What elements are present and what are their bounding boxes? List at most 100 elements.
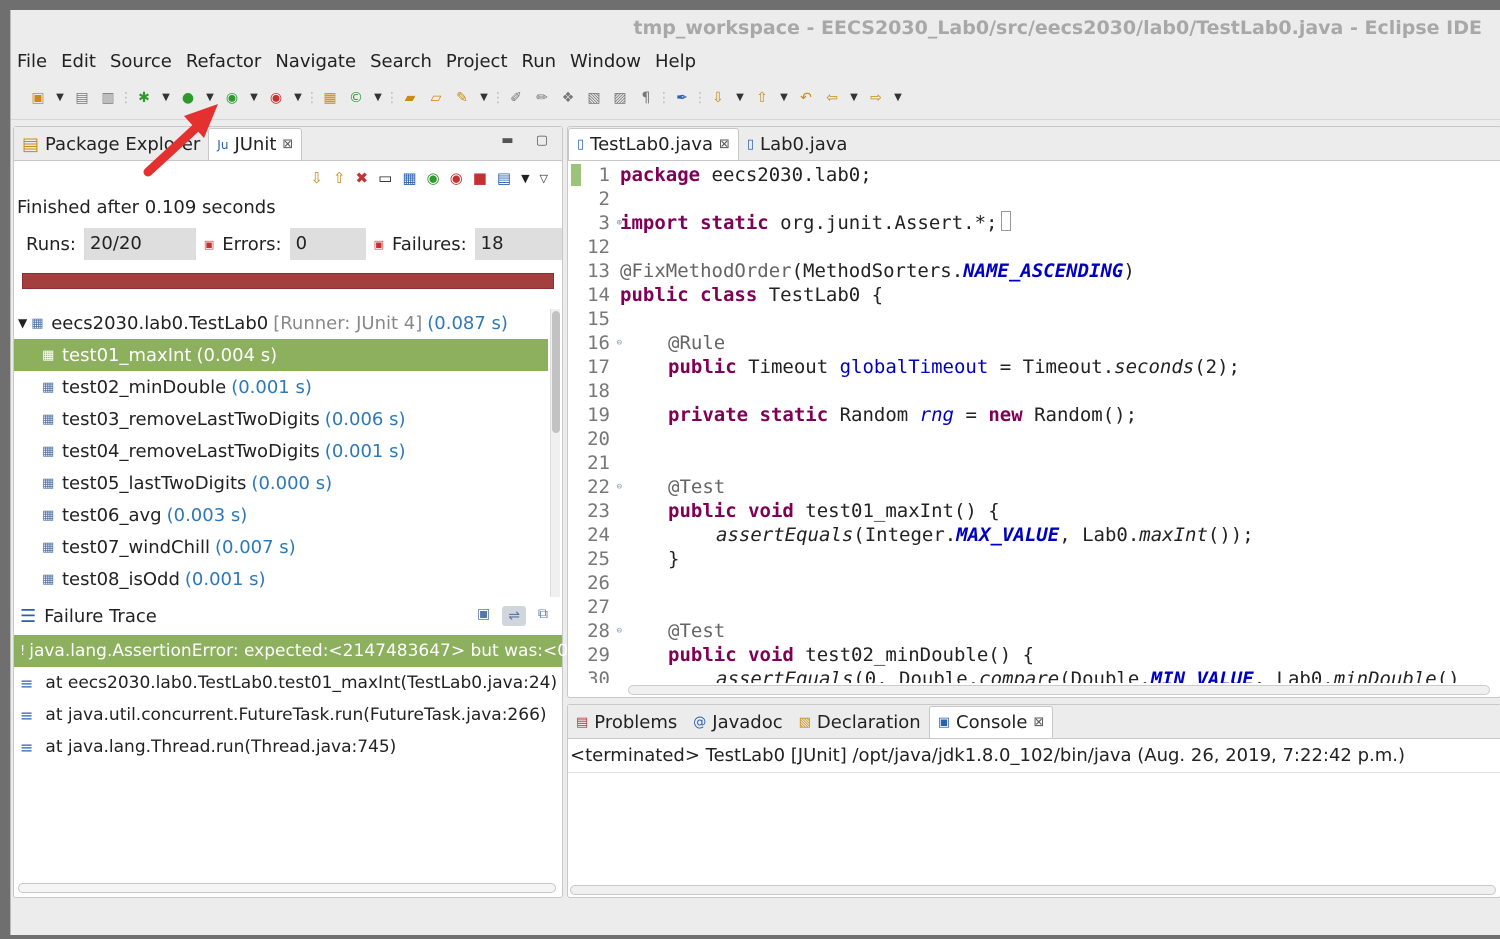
static-method: assertEquals bbox=[716, 524, 854, 546]
trace-line[interactable]: ! java.lang.AssertionError: expected:<21… bbox=[14, 635, 582, 667]
open-type-icon[interactable]: ▰ bbox=[397, 85, 423, 111]
save-icon[interactable]: ▤ bbox=[69, 85, 95, 111]
close-icon[interactable]: ⊠ bbox=[282, 137, 293, 152]
layout-icon[interactable]: ▦ bbox=[402, 169, 416, 187]
last-edit-location-icon[interactable]: ↶ bbox=[793, 85, 819, 111]
code-line: 23 public void test01_maxInt() { bbox=[568, 499, 1500, 523]
test-failure-icon: ▦ bbox=[42, 347, 55, 363]
editor-horizontal-scrollbar[interactable] bbox=[628, 685, 1490, 695]
failure-trace-tools: ▣ ⇌ ⧉ bbox=[477, 606, 548, 626]
tab-problems[interactable]: ▤ Problems bbox=[568, 706, 685, 738]
tab-declaration[interactable]: ▧ Declaration bbox=[791, 706, 929, 738]
test-failure-icon: ▦ bbox=[42, 507, 55, 523]
menu-help[interactable]: Help bbox=[655, 51, 696, 72]
annotation: @FixMethodOrder bbox=[620, 260, 792, 282]
pin-icon[interactable]: ✒ bbox=[669, 85, 695, 111]
next-failure-icon[interactable]: ⇩ bbox=[310, 169, 323, 187]
stop-icon[interactable]: ■ bbox=[473, 169, 487, 187]
open-task-icon[interactable]: ▱ bbox=[423, 85, 449, 111]
expand-fold-icon[interactable]: ⊕ bbox=[617, 211, 622, 235]
trace-line[interactable]: ≡ at java.util.concurrent.FutureTask.run… bbox=[14, 699, 562, 731]
maximize-icon[interactable]: ▢ bbox=[536, 133, 548, 148]
test-row[interactable]: ▦ test01_maxInt (0.004 s) bbox=[14, 339, 548, 371]
highlight-icon[interactable]: ✏ bbox=[529, 85, 555, 111]
close-icon[interactable]: ⊠ bbox=[719, 137, 730, 152]
forward-dropdown-icon[interactable]: ▼ bbox=[889, 85, 907, 111]
rerun-failures-icon[interactable]: ◉ bbox=[450, 169, 463, 187]
search-icon[interactable]: ✎ bbox=[449, 85, 475, 111]
view-menu-icon[interactable]: ▽ bbox=[540, 172, 548, 185]
line-number: 21 bbox=[587, 452, 610, 474]
trace-horizontal-scrollbar[interactable] bbox=[18, 883, 556, 893]
menu-navigate[interactable]: Navigate bbox=[275, 51, 356, 72]
new-class-icon[interactable]: © bbox=[343, 85, 369, 111]
scrollbar-thumb[interactable] bbox=[552, 311, 560, 433]
tab-lab0-java[interactable]: ▯ Lab0.java bbox=[739, 128, 856, 160]
test-row[interactable]: ▦ test08_isOdd (0.001 s) bbox=[14, 563, 548, 595]
tree-scrollbar[interactable] bbox=[550, 309, 560, 597]
test-row[interactable]: ▦ test04_removeLastTwoDigits (0.001 s) bbox=[14, 435, 548, 467]
tab-console[interactable]: ▣ Console ⊠ bbox=[928, 706, 1054, 738]
test-row[interactable]: ▦ test07_windChill (0.007 s) bbox=[14, 531, 548, 563]
back-dropdown-icon[interactable]: ▼ bbox=[845, 85, 863, 111]
mark-occurrences-icon[interactable]: ❖ bbox=[555, 85, 581, 111]
line-number-text: 22 bbox=[587, 476, 610, 498]
code-line: 18 bbox=[568, 379, 1500, 403]
history-dropdown-icon[interactable]: ▼ bbox=[521, 172, 529, 185]
folded-region-icon[interactable] bbox=[1000, 211, 1011, 231]
show-whitespace-icon[interactable]: ¶ bbox=[633, 85, 659, 111]
collapse-fold-icon[interactable]: ⊖ bbox=[617, 619, 622, 643]
console-horizontal-scrollbar[interactable] bbox=[570, 885, 1496, 895]
menu-run[interactable]: Run bbox=[522, 51, 557, 72]
back-icon[interactable]: ⇦ bbox=[819, 85, 845, 111]
external-tools-icon[interactable]: ◉ bbox=[263, 85, 289, 111]
menu-search[interactable]: Search bbox=[370, 51, 432, 72]
keyword: private static bbox=[668, 404, 829, 426]
keyword: package bbox=[620, 164, 701, 186]
forward-icon[interactable]: ⇨ bbox=[863, 85, 889, 111]
tab-testlab0-java[interactable]: ▯ TestLab0.java ⊠ bbox=[568, 128, 739, 160]
next-annotation-dropdown-icon[interactable]: ▼ bbox=[731, 85, 749, 111]
tab-javadoc[interactable]: @ Javadoc bbox=[685, 706, 790, 738]
next-annotation-icon[interactable]: ⇩ bbox=[705, 85, 731, 111]
test-row[interactable]: ▦ test06_avg (0.003 s) bbox=[14, 499, 548, 531]
collapse-fold-icon[interactable]: ⊖ bbox=[617, 331, 622, 355]
menu-window[interactable]: Window bbox=[570, 51, 641, 72]
filter-stack-icon[interactable]: ⇌ bbox=[502, 606, 526, 626]
previous-annotation-icon[interactable]: ⇧ bbox=[749, 85, 775, 111]
coverage-dropdown-icon[interactable]: ▼ bbox=[245, 85, 263, 111]
tree-root[interactable]: ▼ ▦ eecs2030.lab0.TestLab0 [Runner: JUni… bbox=[14, 307, 548, 339]
expand-icon[interactable]: ▼ bbox=[18, 316, 27, 330]
copy-trace-icon[interactable]: ⧉ bbox=[538, 606, 548, 626]
errors-label: Errors: bbox=[222, 233, 282, 255]
previous-annotation-dropdown-icon[interactable]: ▼ bbox=[775, 85, 793, 111]
menu-source[interactable]: Source bbox=[110, 51, 172, 72]
menu-edit[interactable]: Edit bbox=[61, 51, 96, 72]
toggle-breadcrumb-icon[interactable]: ▧ bbox=[581, 85, 607, 111]
scroll-lock-icon[interactable]: ▭ bbox=[378, 169, 392, 187]
menu-refactor[interactable]: Refactor bbox=[186, 51, 262, 72]
new-dropdown-icon[interactable]: ▼ bbox=[51, 85, 69, 111]
save-all-icon[interactable]: ▥ bbox=[95, 85, 121, 111]
menu-project[interactable]: Project bbox=[446, 51, 508, 72]
test-row[interactable]: ▦ test05_lastTwoDigits (0.000 s) bbox=[14, 467, 548, 499]
code-text: } bbox=[668, 548, 680, 570]
test-row[interactable]: ▦ test02_minDouble (0.001 s) bbox=[14, 371, 548, 403]
show-failures-only-icon[interactable]: ✖ bbox=[356, 169, 369, 187]
menu-file[interactable]: File bbox=[17, 51, 47, 72]
close-icon[interactable]: ⊠ bbox=[1033, 715, 1044, 730]
code-area[interactable]: 1 package eecs2030.lab0; 2 3 ⊕ import stati… bbox=[568, 163, 1500, 683]
test-row[interactable]: ▦ test03_removeLastTwoDigits (0.006 s) bbox=[14, 403, 548, 435]
trace-line[interactable]: ≡ at java.lang.Thread.run(Thread.java:74… bbox=[14, 731, 562, 763]
trace-line[interactable]: ≡ at eecs2030.lab0.TestLab0.test01_maxIn… bbox=[14, 667, 562, 699]
new-java-project-icon[interactable]: ▦ bbox=[317, 85, 343, 111]
compare-result-icon[interactable]: ▣ bbox=[477, 606, 490, 626]
previous-failure-icon[interactable]: ⇧ bbox=[333, 169, 346, 187]
new-icon[interactable]: ▣ bbox=[25, 85, 51, 111]
block-selection-icon[interactable]: ▨ bbox=[607, 85, 633, 111]
minimize-icon[interactable]: ▬ bbox=[501, 133, 513, 148]
collapse-fold-icon[interactable]: ⊖ bbox=[617, 475, 622, 499]
history-icon[interactable]: ▤ bbox=[497, 169, 511, 187]
rerun-icon[interactable]: ◉ bbox=[427, 169, 440, 187]
annotation-icon[interactable]: ✐ bbox=[503, 85, 529, 111]
